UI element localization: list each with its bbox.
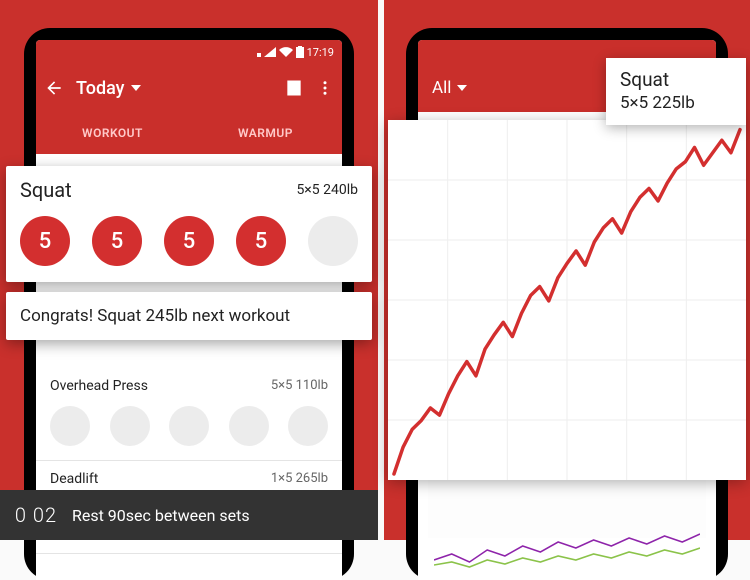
wifi-icon xyxy=(279,47,293,57)
set-button[interactable]: 5 xyxy=(92,216,142,266)
main-chart-card[interactable] xyxy=(388,120,746,480)
set-button[interactable] xyxy=(288,406,328,446)
chevron-down-icon xyxy=(131,85,141,91)
set-button[interactable]: 5 xyxy=(164,216,214,266)
promo-panel-left: 17:19 Today WORKOUT WARMUP Ove xyxy=(0,0,378,540)
date-picker[interactable]: Today xyxy=(76,78,141,99)
tooltip-name: Squat xyxy=(620,68,732,91)
exercise-scheme: 5×5 240lb xyxy=(296,182,358,198)
status-time: 17:19 xyxy=(307,46,334,59)
set-button[interactable] xyxy=(110,406,150,446)
network-icon xyxy=(251,47,261,57)
promo-panel-right: All Squat 5×5 225lb xyxy=(384,0,750,540)
active-exercise-card[interactable]: Squat 5×5 240lb 5555 xyxy=(6,166,372,282)
exercise-overhead-press[interactable]: Overhead Press 5×5 110lb xyxy=(36,368,342,461)
exercise-name: Squat xyxy=(20,178,72,202)
filter-label: All xyxy=(432,78,451,98)
toast-text: Congrats! Squat 245lb next workout xyxy=(20,306,290,326)
progress-toast: Congrats! Squat 245lb next workout xyxy=(6,292,372,340)
chevron-down-icon xyxy=(457,85,467,91)
set-button[interactable] xyxy=(50,406,90,446)
tab-workout[interactable]: WORKOUT xyxy=(36,112,189,154)
rest-message: Rest 90sec between sets xyxy=(72,506,250,525)
set-button[interactable]: 5 xyxy=(236,216,286,266)
set-button[interactable]: 5 xyxy=(20,216,70,266)
notes-icon[interactable] xyxy=(284,78,304,98)
set-button[interactable] xyxy=(308,216,358,266)
set-row: 5555 xyxy=(20,216,358,266)
signal-icon xyxy=(264,47,276,57)
battery-icon xyxy=(296,46,304,58)
back-icon[interactable] xyxy=(44,78,64,98)
exercise-name: Deadlift xyxy=(50,471,98,487)
exercise-scheme: 1×5 265lb xyxy=(271,471,328,487)
chart-tooltip: Squat 5×5 225lb xyxy=(606,58,746,125)
exercise-scheme: 5×5 110lb xyxy=(271,378,328,394)
exercise-name: Overhead Press xyxy=(50,378,148,394)
set-button[interactable] xyxy=(229,406,269,446)
secondary-chart xyxy=(434,530,700,570)
set-button[interactable] xyxy=(169,406,209,446)
more-icon[interactable] xyxy=(316,79,334,97)
app-bar: Today xyxy=(36,64,342,112)
tab-bar: WORKOUT WARMUP xyxy=(36,112,342,154)
page-title: Today xyxy=(76,78,125,99)
rest-timer-bar[interactable]: 0 02 Rest 90sec between sets xyxy=(0,490,378,540)
tab-warmup[interactable]: WARMUP xyxy=(189,112,342,154)
status-bar: 17:19 xyxy=(36,40,342,64)
set-row xyxy=(50,406,328,446)
tooltip-scheme: 5×5 225lb xyxy=(620,93,732,113)
rest-timer: 0 02 xyxy=(0,503,72,527)
